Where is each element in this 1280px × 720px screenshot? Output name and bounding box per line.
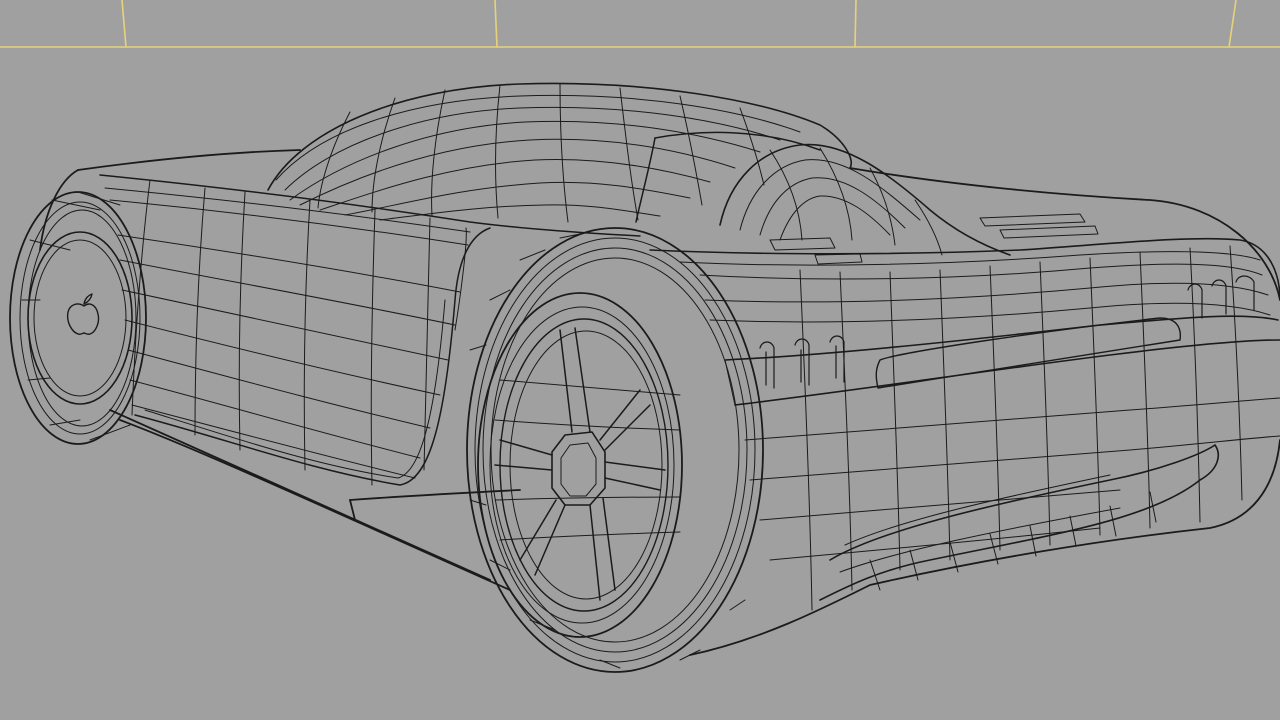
car-wireframe[interactable] [9,82,1280,673]
modeling-viewport[interactable] [0,0,1280,720]
rear-wheel [477,292,683,638]
side-panel-mesh [99,174,641,486]
engine-cover-mesh [719,143,1011,256]
rear-fender-mesh [466,227,764,673]
rear-diffuser-mesh [819,444,1219,601]
ground-grid [0,0,1280,48]
canopy-mesh [267,82,852,223]
viewport-canvas[interactable] [0,0,1280,720]
apple-logo-icon [66,293,100,335]
